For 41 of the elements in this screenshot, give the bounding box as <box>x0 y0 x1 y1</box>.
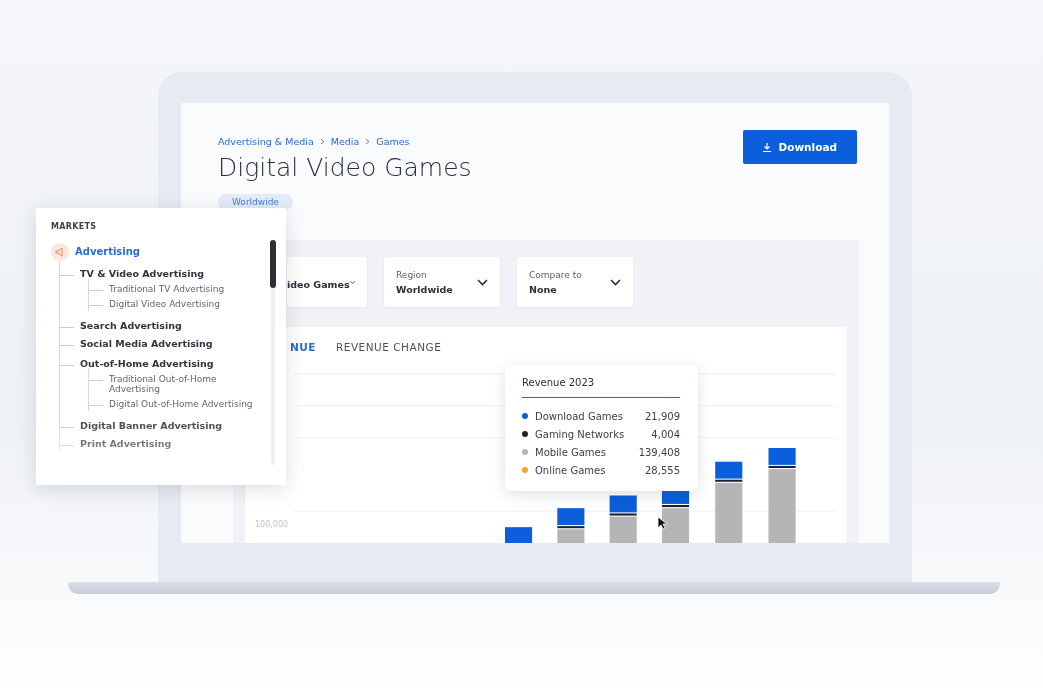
download-button[interactable]: Download <box>743 130 857 164</box>
filter-dropdown[interactable]: Compare to None <box>517 257 633 307</box>
download-icon <box>763 142 772 152</box>
chevron-right-icon <box>318 138 326 145</box>
series-name: Online Games <box>535 464 607 476</box>
market-tree-item[interactable]: Digital Out-of-Home Advertising <box>109 399 253 409</box>
chevron-down-icon <box>477 278 488 286</box>
market-tree-item[interactable]: Out-of-Home Advertising <box>80 359 214 369</box>
series-value: 4,004 <box>651 428 680 440</box>
breadcrumb-link[interactable]: Games <box>376 136 410 147</box>
megaphone-icon <box>51 243 69 261</box>
cursor-icon <box>657 516 667 530</box>
market-tree-item[interactable]: Traditional TV Advertising <box>109 284 225 294</box>
market-tree-item[interactable]: Digital Video Advertising <box>109 299 221 309</box>
market-tree-item[interactable]: Print Advertising <box>80 439 172 449</box>
chart-tab[interactable]: REVENUE CHANGE <box>336 341 442 353</box>
chevron-down-icon <box>610 278 621 286</box>
filter-dropdown[interactable]: ideo Games <box>287 257 367 307</box>
chevron-right-icon <box>364 138 372 145</box>
markets-heading: MARKETS <box>51 222 98 231</box>
series-value: 28,555 <box>645 464 680 476</box>
market-tree-item[interactable]: Traditional Out-of-Home Advertising <box>109 374 269 394</box>
series-value: 21,909 <box>645 410 680 422</box>
chart-tab[interactable]: NUE <box>290 341 316 353</box>
tooltip-title: Revenue 2023 <box>522 377 680 398</box>
series-name: Mobile Games <box>535 446 607 458</box>
scrollbar-icon <box>270 240 276 465</box>
breadcrumb-link[interactable]: Media <box>330 136 360 147</box>
market-tree-item[interactable]: TV & Video Advertising <box>80 269 204 279</box>
series-name: Gaming Networks <box>535 428 626 440</box>
page-title: Digital Video Games <box>218 153 472 182</box>
market-tree-item[interactable]: Advertising <box>75 247 140 257</box>
breadcrumb-link[interactable]: Advertising & Media <box>218 136 314 147</box>
market-tree-item[interactable]: Digital Banner Advertising <box>80 421 223 431</box>
series-value: 139,408 <box>638 446 680 458</box>
axis-label: 100,000 <box>255 520 289 529</box>
market-tree-item[interactable]: Social Media Advertising <box>80 339 213 349</box>
series-name: Download Games <box>535 410 624 422</box>
market-tree-item[interactable]: Search Advertising <box>80 321 182 331</box>
chevron-down-icon <box>349 278 355 286</box>
filter-dropdown[interactable]: Region Worldwide <box>384 257 500 307</box>
